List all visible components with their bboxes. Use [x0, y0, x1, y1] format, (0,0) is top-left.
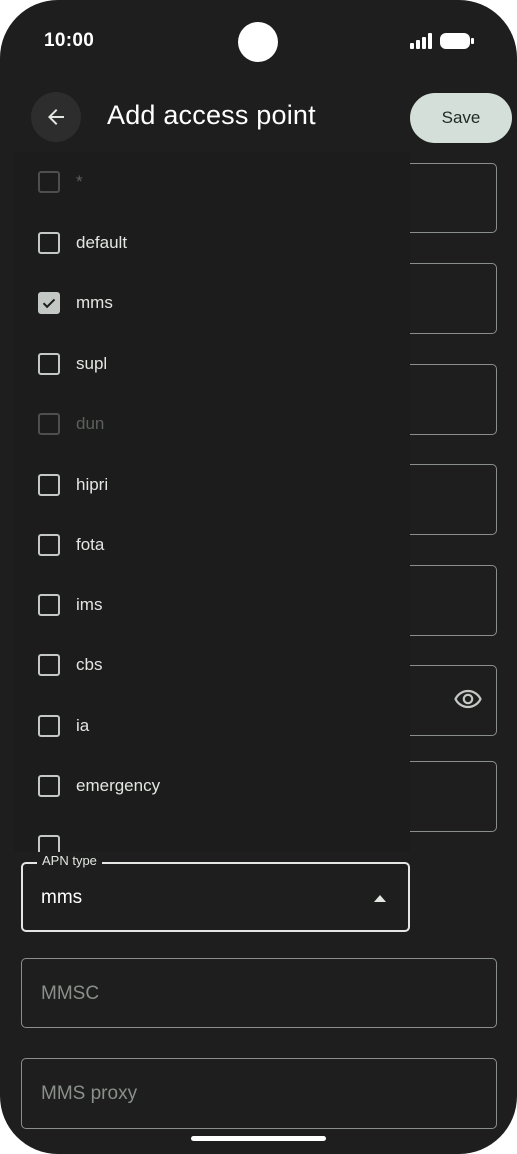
checkbox-checked[interactable] — [38, 292, 60, 314]
phone-screen: 10:00 Add access point Save * default mm… — [0, 0, 517, 1154]
menu-item-label: * — [76, 172, 83, 191]
menu-item-cbs[interactable]: cbs — [14, 635, 410, 695]
status-bar: 10:00 — [0, 0, 517, 84]
menu-item-label: ims — [76, 595, 103, 614]
menu-item-ia[interactable]: ia — [14, 696, 410, 756]
apn-type-select[interactable]: APN type mms — [21, 853, 410, 932]
visibility-icon[interactable] — [454, 688, 482, 710]
checkbox[interactable] — [38, 654, 60, 676]
menu-item-label: emergency — [76, 776, 161, 795]
apn-type-label: APN type — [37, 853, 102, 868]
checkbox[interactable] — [38, 413, 60, 435]
home-indicator[interactable] — [191, 1136, 326, 1141]
menu-item-emergency[interactable]: emergency — [14, 756, 410, 816]
arrow-drop-up-icon — [374, 895, 386, 902]
checkbox[interactable] — [38, 474, 60, 496]
mmsc-placeholder: MMSC — [41, 983, 100, 1004]
checkbox[interactable] — [38, 171, 60, 193]
menu-item-mms[interactable]: mms — [14, 273, 410, 333]
checkbox[interactable] — [38, 534, 60, 556]
back-button[interactable] — [31, 92, 81, 142]
menu-item-label: supl — [76, 354, 108, 373]
menu-item-ims[interactable]: ims — [14, 575, 410, 635]
menu-item-fota[interactable]: fota — [14, 515, 410, 575]
menu-item-label: fota — [76, 535, 105, 554]
camera-cutout — [238, 22, 278, 62]
mms-proxy-field[interactable]: MMS proxy — [21, 1058, 497, 1129]
menu-item-default[interactable]: default — [14, 213, 410, 273]
signal-icon — [410, 33, 432, 49]
status-time: 10:00 — [44, 30, 95, 51]
menu-item-label: ia — [76, 716, 90, 735]
menu-item-supl[interactable]: supl — [14, 334, 410, 394]
battery-icon — [440, 33, 474, 49]
menu-item-label: default — [76, 233, 128, 252]
check-icon — [42, 298, 56, 309]
checkbox[interactable] — [38, 232, 60, 254]
menu-item-dun[interactable]: dun — [14, 394, 410, 454]
checkbox[interactable] — [38, 835, 60, 852]
checkbox[interactable] — [38, 594, 60, 616]
save-button[interactable]: Save — [410, 93, 512, 143]
apn-type-menu: * default mms supl dun hipri fota ims cb… — [14, 152, 410, 852]
mmsc-field[interactable]: MMSC — [21, 958, 497, 1028]
arrow-back-icon — [48, 109, 64, 125]
menu-item-label: hipri — [76, 475, 109, 494]
app-bar: Add access point Save — [0, 84, 517, 150]
menu-item-partial[interactable] — [14, 816, 410, 852]
menu-item-wildcard[interactable]: * — [14, 152, 410, 212]
checkbox[interactable] — [38, 715, 60, 737]
menu-item-label: cbs — [76, 655, 103, 674]
checkbox[interactable] — [38, 353, 60, 375]
mms-proxy-placeholder: MMS proxy — [41, 1083, 138, 1104]
checkbox[interactable] — [38, 775, 60, 797]
menu-item-label: mms — [76, 293, 113, 312]
menu-item-label: dun — [76, 414, 105, 433]
menu-item-hipri[interactable]: hipri — [14, 455, 410, 515]
apn-type-value: mms — [41, 887, 83, 908]
page-title: Add access point — [107, 100, 316, 130]
